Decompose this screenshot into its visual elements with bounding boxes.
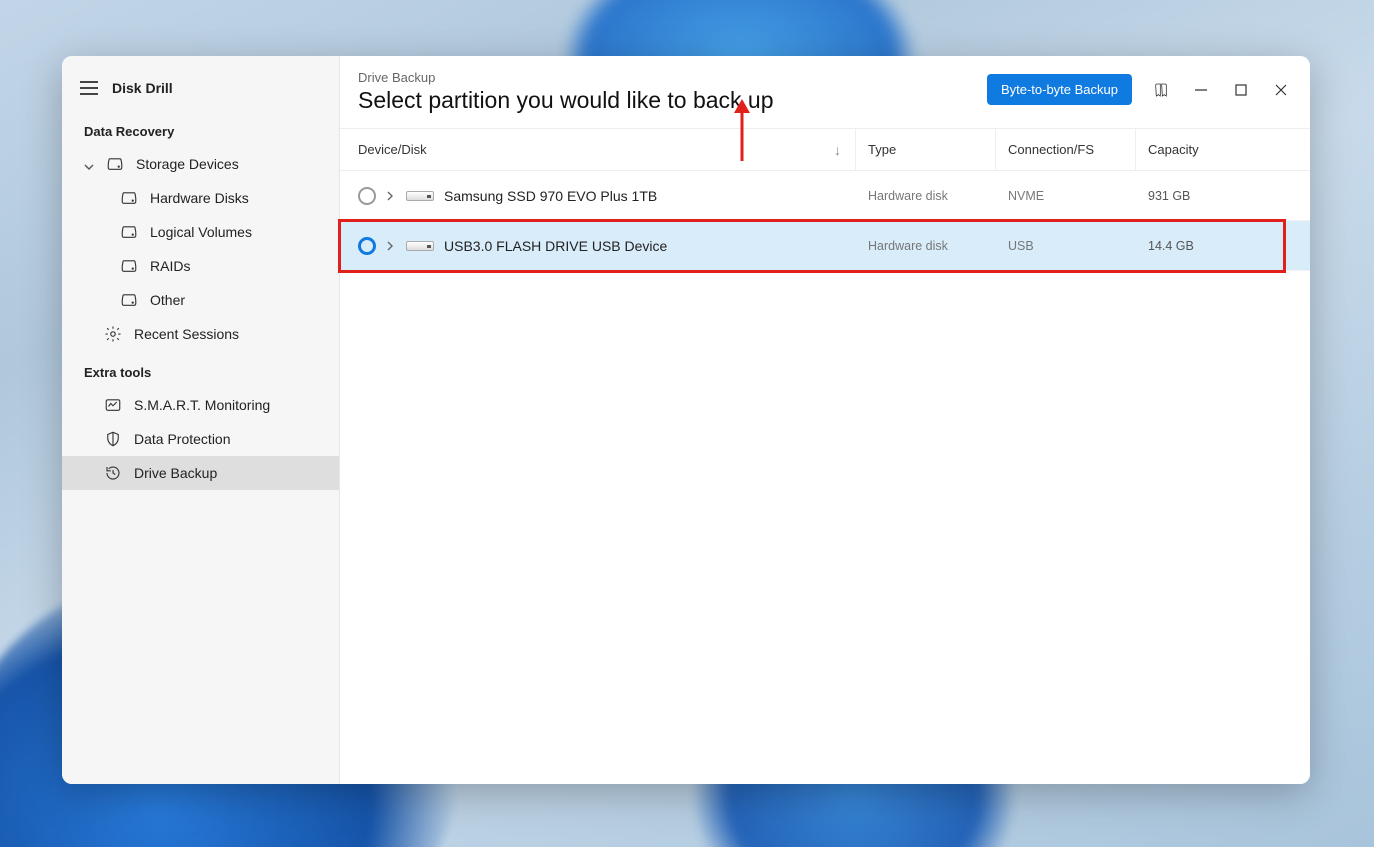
shield-icon <box>104 430 122 448</box>
sidebar-item-hardware-disks[interactable]: Hardware Disks <box>62 181 339 215</box>
disk-icon <box>120 257 138 275</box>
radio-unselected[interactable] <box>358 187 376 205</box>
drive-icon <box>406 241 434 251</box>
device-name: Samsung SSD 970 EVO Plus 1TB <box>444 188 657 204</box>
app-title: Disk Drill <box>112 80 173 96</box>
radio-selected[interactable] <box>358 237 376 255</box>
section-data-recovery: Data Recovery <box>62 110 339 147</box>
sidebar-item-other[interactable]: Other <box>62 283 339 317</box>
maximize-button[interactable] <box>1230 79 1252 101</box>
table-header: Device/Disk ↓ Type Connection/FS Capacit… <box>340 129 1310 171</box>
main-content: Drive Backup Select partition you would … <box>340 56 1310 784</box>
device-name: USB3.0 FLASH DRIVE USB Device <box>444 238 667 254</box>
device-connection: USB <box>996 239 1136 253</box>
device-connection: NVME <box>996 189 1136 203</box>
sidebar-item-label: Storage Devices <box>136 156 239 172</box>
chart-icon <box>104 396 122 414</box>
device-capacity: 931 GB <box>1136 189 1298 203</box>
close-button[interactable] <box>1270 79 1292 101</box>
column-header-connection[interactable]: Connection/FS <box>996 129 1136 170</box>
byte-to-byte-backup-button[interactable]: Byte-to-byte Backup <box>987 74 1132 105</box>
sidebar-item-data-protection[interactable]: Data Protection <box>62 422 339 456</box>
device-capacity: 14.4 GB <box>1136 239 1298 253</box>
sidebar: Disk Drill Data Recovery Storage Devices… <box>62 56 340 784</box>
sidebar-item-label: Hardware Disks <box>150 190 249 206</box>
sidebar-item-drive-backup[interactable]: Drive Backup <box>62 456 339 490</box>
bookmark-icon[interactable] <box>1150 79 1172 101</box>
device-type: Hardware disk <box>856 189 996 203</box>
sidebar-item-label: Data Protection <box>134 431 231 447</box>
sidebar-item-label: RAIDs <box>150 258 190 274</box>
device-type: Hardware disk <box>856 239 996 253</box>
chevron-down-icon <box>84 159 94 169</box>
disk-icon <box>106 155 124 173</box>
sidebar-item-smart[interactable]: S.M.A.R.T. Monitoring <box>62 388 339 422</box>
column-header-capacity[interactable]: Capacity <box>1136 129 1298 170</box>
menu-icon[interactable] <box>80 81 98 95</box>
history-icon <box>104 464 122 482</box>
sidebar-item-logical-volumes[interactable]: Logical Volumes <box>62 215 339 249</box>
sidebar-item-recent-sessions[interactable]: Recent Sessions <box>62 317 339 351</box>
sidebar-item-label: Logical Volumes <box>150 224 252 240</box>
disk-icon <box>120 189 138 207</box>
sort-arrow-icon: ↓ <box>834 142 841 158</box>
drive-icon <box>406 191 434 201</box>
sidebar-item-label: Recent Sessions <box>134 326 239 342</box>
disk-icon <box>120 291 138 309</box>
column-header-device[interactable]: Device/Disk ↓ <box>358 129 856 170</box>
breadcrumb: Drive Backup <box>358 70 774 85</box>
app-window: Disk Drill Data Recovery Storage Devices… <box>62 56 1310 784</box>
sidebar-item-raids[interactable]: RAIDs <box>62 249 339 283</box>
table-row[interactable]: Samsung SSD 970 EVO Plus 1TB Hardware di… <box>340 171 1310 221</box>
table-body: Samsung SSD 970 EVO Plus 1TB Hardware di… <box>340 171 1310 271</box>
sidebar-item-storage-devices[interactable]: Storage Devices <box>62 147 339 181</box>
header: Drive Backup Select partition you would … <box>340 56 1310 129</box>
column-header-type[interactable]: Type <box>856 129 996 170</box>
disk-icon <box>120 223 138 241</box>
section-extra-tools: Extra tools <box>62 351 339 388</box>
chevron-right-icon[interactable] <box>386 241 396 251</box>
gear-icon <box>104 325 122 343</box>
sidebar-item-label: Other <box>150 292 185 308</box>
minimize-button[interactable] <box>1190 79 1212 101</box>
sidebar-item-label: Drive Backup <box>134 465 217 481</box>
table-row[interactable]: USB3.0 FLASH DRIVE USB Device Hardware d… <box>340 221 1310 271</box>
sidebar-item-label: S.M.A.R.T. Monitoring <box>134 397 270 413</box>
chevron-right-icon[interactable] <box>386 191 396 201</box>
page-title: Select partition you would like to back … <box>358 87 774 114</box>
